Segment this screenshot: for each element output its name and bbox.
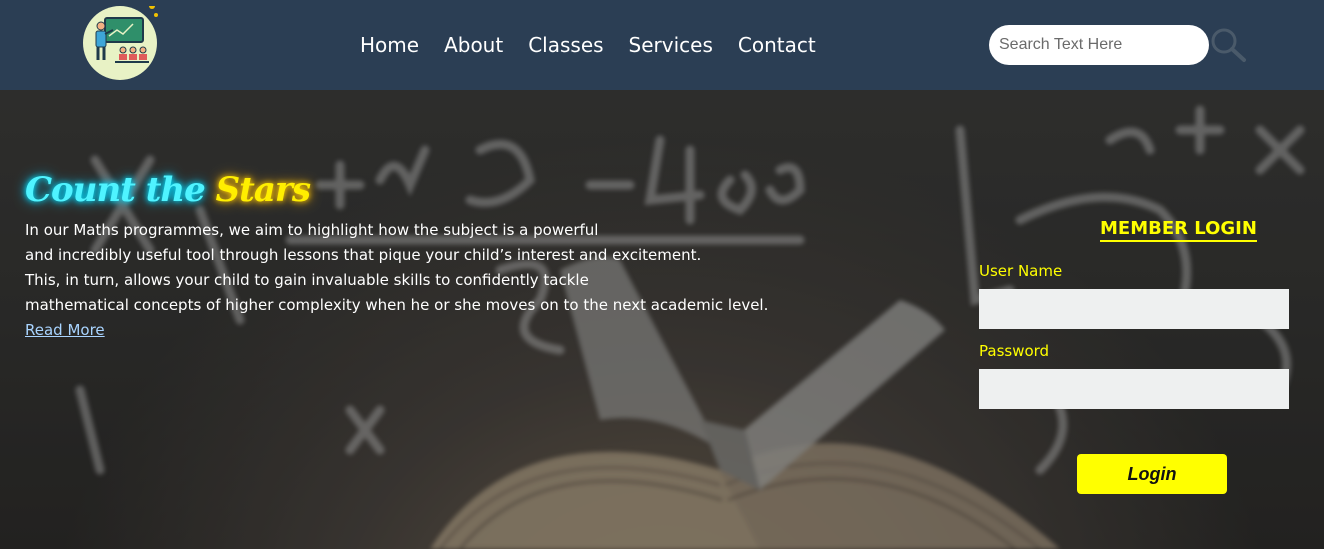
nav-contact[interactable]: Contact	[738, 32, 816, 58]
logo[interactable]	[83, 6, 158, 80]
hero-line-4: mathematical concepts of higher complexi…	[25, 296, 769, 314]
member-login-title: MEMBER LOGIN	[1100, 218, 1257, 242]
search-input[interactable]	[989, 25, 1209, 65]
hero-line-1: In our Maths programmes, we aim to highl…	[25, 221, 599, 239]
main-nav: Home About Classes Services Contact	[360, 32, 841, 58]
teacher-logo-icon	[95, 6, 158, 63]
search-icon[interactable]	[1209, 25, 1249, 65]
username-label: User Name	[979, 262, 1063, 280]
nav-services[interactable]: Services	[629, 32, 713, 58]
brand-title: Count the Stars	[25, 170, 311, 210]
login-button[interactable]: Login	[1077, 454, 1227, 494]
nav-classes[interactable]: Classes	[528, 32, 603, 58]
password-label: Password	[979, 342, 1050, 360]
password-field[interactable]	[979, 369, 1289, 409]
brand-title-part1: Count the	[25, 170, 206, 210]
brand-title-part2: Stars	[215, 170, 311, 210]
hero-line-3: This, in turn, allows your child to gain…	[25, 271, 589, 289]
nav-about[interactable]: About	[444, 32, 503, 58]
username-field[interactable]	[979, 289, 1289, 329]
hero-paragraph: In our Maths programmes, we aim to highl…	[25, 218, 845, 343]
hero-line-2: and incredibly useful tool through lesso…	[25, 246, 702, 264]
page: Home About Classes Services Contact Sear…	[0, 0, 1324, 549]
header: Home About Classes Services Contact	[0, 0, 1324, 90]
nav-home[interactable]: Home	[360, 32, 419, 58]
read-more-link[interactable]: Read More	[25, 318, 105, 343]
